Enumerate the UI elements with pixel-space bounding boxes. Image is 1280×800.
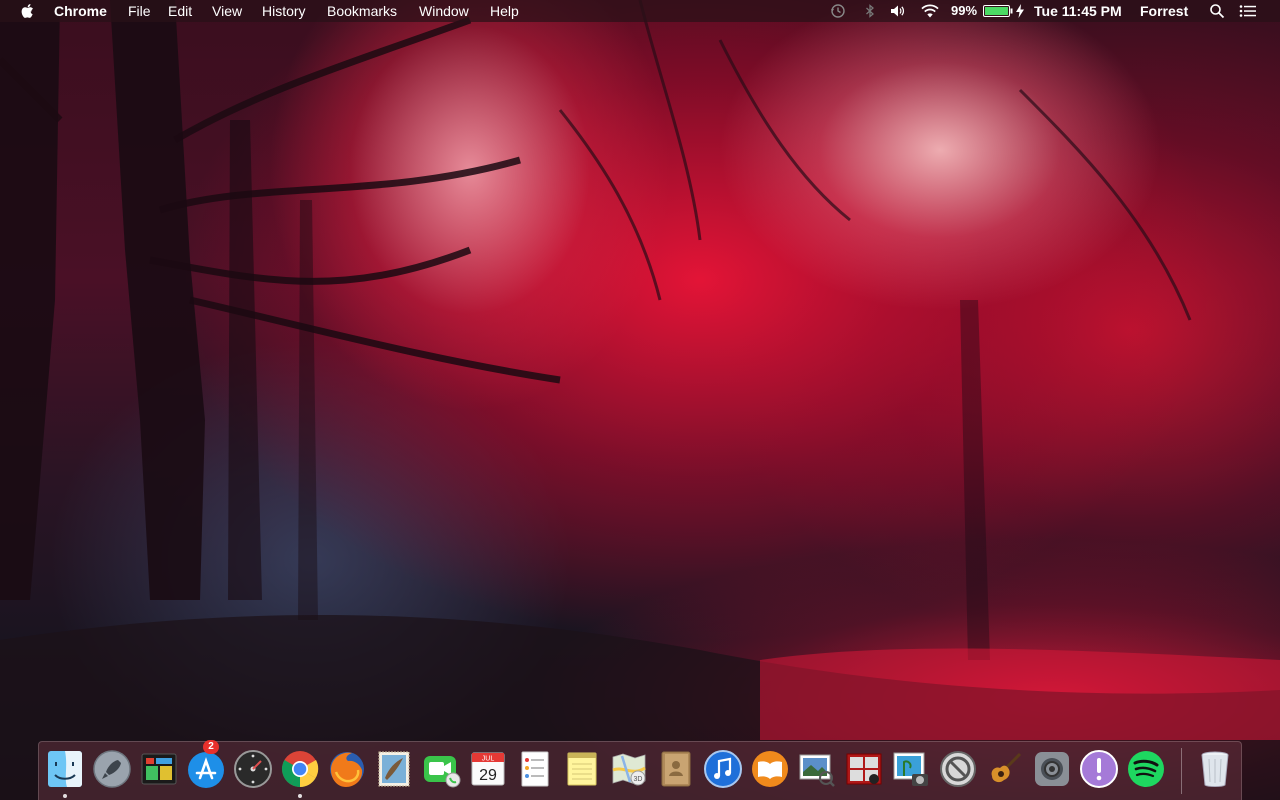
menu-history[interactable]: History [262, 0, 306, 22]
menu-file[interactable]: File [128, 0, 151, 22]
dock-contacts[interactable] [655, 748, 697, 790]
running-indicator [63, 794, 67, 798]
notes-icon [567, 752, 597, 786]
mail-stamp-icon [378, 751, 410, 787]
dashboard-gauge-icon [234, 750, 272, 788]
dock-ibooks[interactable] [749, 748, 791, 790]
dock-finder[interactable] [44, 748, 86, 790]
bluetooth-icon[interactable] [862, 3, 878, 19]
no-entry-icon [940, 751, 976, 787]
facetime-icon [424, 756, 461, 788]
dock-mail[interactable] [373, 748, 415, 790]
dock-system-preferences[interactable] [1031, 748, 1073, 790]
dock-firefox[interactable] [326, 748, 368, 790]
dock-activity-monitor[interactable] [138, 748, 180, 790]
notification-center-icon[interactable] [1239, 3, 1257, 19]
time-machine-icon[interactable] [830, 3, 846, 19]
firefox-icon [330, 752, 364, 787]
desktop[interactable]: Chrome File Edit View History Bookmarks … [0, 0, 1280, 800]
dock-maps[interactable]: 3D [608, 748, 650, 790]
app-store-icon [188, 752, 224, 788]
volume-icon[interactable] [889, 3, 905, 19]
trash-icon [1201, 751, 1229, 787]
gear-icon [1035, 752, 1069, 786]
activity-monitor-icon [141, 753, 177, 785]
menu-view[interactable]: View [212, 0, 242, 22]
dock-chrome[interactable] [279, 748, 321, 790]
itunes-icon [704, 750, 742, 788]
dock-launchpad[interactable] [91, 748, 133, 790]
dock-garageband[interactable] [984, 748, 1026, 790]
svg-text:3D: 3D [634, 776, 643, 783]
battery-percent: 99% [951, 3, 978, 18]
spotify-icon [1128, 751, 1164, 787]
app-menu-chrome[interactable]: Chrome [54, 0, 107, 22]
launchpad-rocket-icon [93, 750, 131, 788]
ibooks-icon [752, 751, 788, 787]
menu-bookmarks[interactable]: Bookmarks [327, 0, 397, 22]
dock-notes[interactable] [561, 748, 603, 790]
clock[interactable]: Tue 11:45 PM [1034, 0, 1122, 22]
running-indicator [298, 794, 302, 798]
dock-feedback-assistant[interactable] [1078, 748, 1120, 790]
contacts-icon [661, 751, 691, 787]
battery-icon[interactable] [983, 5, 1013, 17]
photo-booth-icon [846, 753, 882, 785]
dock-spotify[interactable] [1125, 748, 1167, 790]
menu-window[interactable]: Window [419, 0, 469, 22]
dock-trash[interactable] [1194, 748, 1236, 790]
dock-image-capture[interactable] [890, 748, 932, 790]
dock-photo-booth[interactable] [843, 748, 885, 790]
calendar-icon: JUL 29 [471, 752, 505, 786]
garageband-guitar-icon [991, 752, 1022, 783]
dock-reminders[interactable] [514, 748, 556, 790]
dock-no-entry-app[interactable] [937, 748, 979, 790]
charging-bolt-icon [1016, 4, 1024, 18]
dock-itunes[interactable] [702, 748, 744, 790]
dock-facetime[interactable] [420, 748, 462, 790]
calendar-day: 29 [479, 767, 497, 784]
image-capture-icon [893, 752, 928, 786]
menu-help[interactable]: Help [490, 0, 519, 22]
reminders-icon [521, 751, 549, 787]
menu-bar: Chrome File Edit View History Bookmarks … [0, 0, 1280, 22]
finder-icon [48, 751, 82, 787]
dock-calendar[interactable]: JUL 29 [467, 748, 509, 790]
dock-preview[interactable] [796, 748, 838, 790]
user-menu[interactable]: Forrest [1140, 0, 1188, 22]
dock: 2 JUL 29 3D [38, 740, 1242, 800]
apple-menu-icon[interactable] [20, 3, 34, 19]
calendar-month: JUL [482, 756, 495, 763]
menu-edit[interactable]: Edit [168, 0, 192, 22]
spotlight-search-icon[interactable] [1209, 3, 1225, 19]
dock-app-store[interactable] [185, 748, 227, 790]
wallpaper-forest [0, 0, 1280, 800]
preview-icon [799, 754, 835, 787]
app-store-badge: 2 [203, 740, 219, 754]
dock-separator [1181, 748, 1182, 794]
chrome-icon [281, 751, 319, 788]
dock-dashboard[interactable] [232, 748, 274, 790]
exclamation-icon [1080, 750, 1118, 788]
maps-icon: 3D [612, 753, 646, 786]
wifi-icon[interactable] [920, 3, 940, 19]
